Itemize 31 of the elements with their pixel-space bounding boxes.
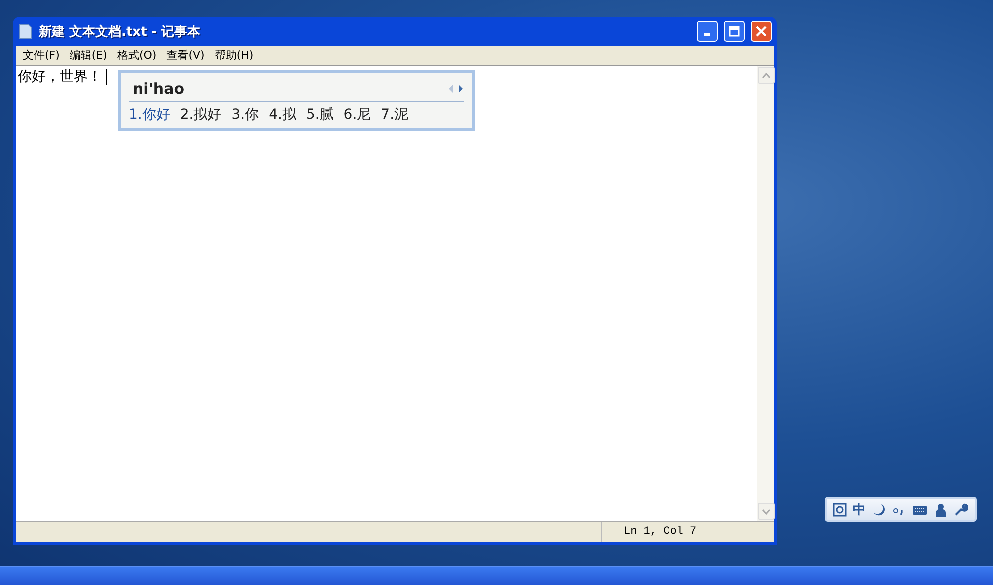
- menu-item[interactable]: 文件(F): [18, 48, 65, 63]
- maximize-button[interactable]: [724, 21, 745, 42]
- input-mode-toggle[interactable]: 中: [853, 500, 866, 518]
- document-icon: [19, 24, 33, 40]
- document-text: 你好，世界！: [18, 68, 102, 86]
- pinyin-composition: ni'hao: [132, 80, 186, 98]
- candidate-word[interactable]: 1.你好: [129, 106, 170, 124]
- page-arrows-icon[interactable]: [448, 84, 464, 94]
- close-button[interactable]: [751, 21, 772, 42]
- chevron-down-icon: [762, 508, 771, 514]
- text-cursor: [106, 69, 107, 85]
- menu-item[interactable]: 编辑(E): [64, 48, 112, 63]
- candidate-word[interactable]: 6.尼: [344, 106, 372, 124]
- window-title: 新建 文本文档.txt - 记事本: [39, 24, 202, 40]
- close-icon: [756, 26, 767, 37]
- candidate-word[interactable]: 4.拟: [269, 106, 296, 124]
- minimize-button[interactable]: [697, 21, 718, 42]
- candidate-word[interactable]: 5.腻: [306, 106, 334, 124]
- logo-icon[interactable]: [833, 502, 847, 516]
- wrench-icon[interactable]: [954, 502, 968, 516]
- cursor-position: Ln 1, Col 7: [623, 525, 698, 540]
- menu-item[interactable]: 帮助(H): [210, 48, 259, 63]
- menu-item[interactable]: 查看(V): [162, 48, 210, 63]
- candidate-word[interactable]: 7.泥: [381, 106, 409, 124]
- menu-item[interactable]: 格式(O): [112, 48, 162, 63]
- user-icon[interactable]: [934, 502, 948, 516]
- candidate-word[interactable]: 2.拟好: [180, 106, 222, 124]
- chevron-up-icon: [762, 72, 771, 78]
- maximize-icon: [729, 26, 740, 37]
- moon-icon[interactable]: [872, 502, 886, 516]
- candidate-word[interactable]: 3.你: [232, 106, 260, 124]
